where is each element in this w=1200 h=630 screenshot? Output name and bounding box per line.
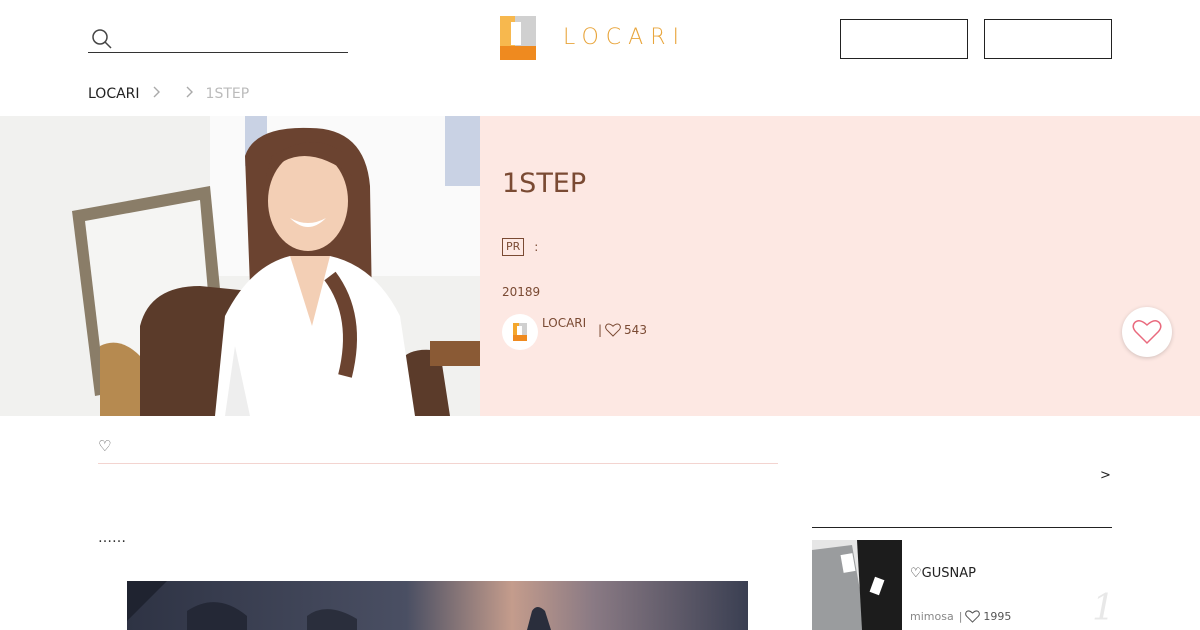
article-date: 20189 (502, 285, 541, 299)
ranking-item-likes: 1995 (983, 610, 1012, 623)
breadcrumb-home-link[interactable]: LOCARI (88, 86, 140, 102)
avatar[interactable] (502, 314, 538, 350)
breadcrumb-current: 1STEP (205, 86, 250, 102)
likes-separator: | (598, 323, 603, 337)
sidebar-more-link[interactable]: > (1100, 468, 1111, 483)
favorite-button[interactable] (1122, 307, 1172, 357)
search-bar[interactable] (88, 24, 348, 53)
article-image (127, 581, 748, 630)
heart-outline-icon (605, 323, 621, 337)
pr-badge: PR (502, 238, 525, 256)
divider (812, 527, 1112, 528)
heart-outline-icon (965, 610, 981, 623)
article-intro: ♡ (98, 437, 778, 464)
site-header: LOCARI (0, 0, 1200, 80)
locari-logo-icon (513, 323, 527, 341)
likes-count: | 543 (598, 323, 647, 337)
pr-text: : (534, 240, 539, 254)
chevron-right-icon (186, 86, 194, 102)
chevron-right-icon (153, 86, 161, 102)
search-input[interactable] (118, 26, 343, 50)
search-icon[interactable] (91, 28, 113, 50)
pr-row: PR : (502, 238, 538, 256)
likes-number: 543 (624, 323, 647, 337)
article-hero: 1STEP PR : 20189 LOCARI | 543 (0, 116, 1200, 416)
ranking-item-title[interactable]: ♡GUSNAP (910, 566, 976, 581)
meta-separator: | (958, 610, 963, 623)
author-name[interactable]: LOCARI (542, 316, 586, 330)
locari-logo-icon (500, 15, 536, 60)
ranking-thumbnail[interactable] (812, 540, 902, 630)
article-title: 1STEP (502, 168, 587, 199)
article-body-text: …… (98, 530, 126, 546)
site-logo[interactable]: LOCARI (500, 15, 686, 60)
header-button-2[interactable] (984, 19, 1112, 59)
ranking-number: 1 (1092, 588, 1115, 629)
breadcrumb: LOCARI 1STEP (88, 84, 249, 104)
header-button-1[interactable] (840, 19, 968, 59)
ranking-item-author[interactable]: mimosa (910, 610, 954, 623)
ranking-item-meta: mimosa | 1995 (910, 610, 1011, 623)
hero-photo (0, 116, 480, 416)
logo-text: LOCARI (563, 25, 686, 50)
ranking-item[interactable]: ♡GUSNAP mimosa | 1995 1 (812, 540, 1115, 630)
heart-outline-icon (1132, 320, 1162, 345)
